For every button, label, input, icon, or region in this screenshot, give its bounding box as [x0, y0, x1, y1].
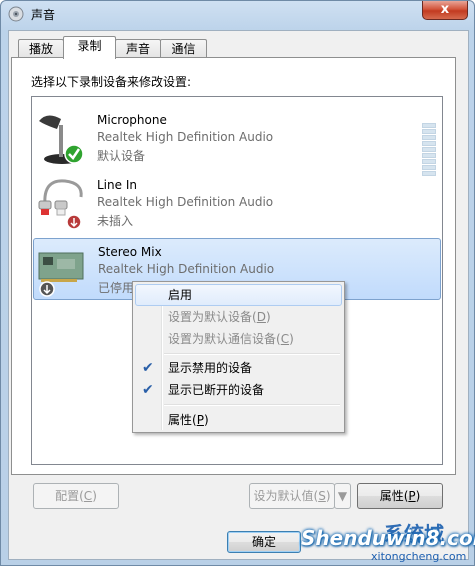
ok-button[interactable]: 确定: [227, 531, 301, 553]
menu-item-enable[interactable]: 启用: [135, 284, 342, 306]
device-status: 默认设备: [97, 149, 146, 163]
watermark-subtext: xitongcheng.com: [371, 550, 467, 563]
set-default-dropdown[interactable]: ▼: [334, 483, 351, 509]
device-name: Microphone: [97, 113, 167, 127]
device-name: Stereo Mix: [98, 245, 162, 259]
device-name: Line In: [97, 178, 137, 192]
instruction-text: 选择以下录制设备来修改设置:: [31, 75, 192, 89]
menu-item-properties[interactable]: 属性(P): [135, 409, 342, 431]
close-button[interactable]: x: [422, 1, 468, 20]
device-description: Realtek High Definition Audio: [97, 130, 274, 144]
speaker-icon: [8, 6, 24, 22]
sound-dialog-window: 声音 x 播放 录制 声音 通信 选择以下录制设备来修改设置: Micropho…: [0, 0, 475, 566]
sound-card-icon: [38, 252, 84, 297]
device-description: Realtek High Definition Audio: [98, 262, 275, 276]
checkmark-icon: ✔: [142, 382, 154, 398]
menu-item-set-default[interactable]: 设置为默认设备(D): [135, 306, 342, 328]
menu-item-show-disconnected[interactable]: ✔ 显示已断开的设备: [135, 379, 342, 401]
properties-button[interactable]: 属性(P): [357, 483, 443, 509]
tab-communications[interactable]: 通信: [160, 39, 207, 59]
tab-playback[interactable]: 播放: [18, 39, 64, 59]
chevron-down-icon: ▼: [337, 489, 348, 503]
device-status: 已停用: [98, 281, 135, 295]
close-icon: x: [440, 2, 450, 17]
tab-sounds[interactable]: 声音: [115, 39, 161, 59]
checkmark-icon: ✔: [142, 360, 154, 376]
title-bar[interactable]: 声音 x: [1, 1, 474, 27]
menu-separator: [164, 353, 340, 355]
context-menu: 启用 设置为默认设备(D) 设置为默认通信设备(C) ✔ 显示禁用的设备 ✔ 显示已…: [132, 281, 345, 433]
device-status: 未插入: [97, 214, 134, 228]
microphone-icon: [39, 115, 84, 164]
tab-recording[interactable]: 录制: [63, 36, 116, 59]
configure-button[interactable]: 配置(C): [33, 483, 119, 509]
window-title: 声音: [31, 8, 56, 22]
set-default-button[interactable]: 设为默认值(S): [249, 483, 335, 509]
device-item-microphone[interactable]: Microphone Realtek High Definition Audio…: [33, 107, 441, 176]
menu-item-show-disabled[interactable]: ✔ 显示禁用的设备: [135, 357, 342, 379]
device-item-line-in[interactable]: Line In Realtek High Definition Audio 未插…: [33, 172, 441, 234]
line-in-jack-icon: [38, 179, 83, 230]
input-level-meter: [422, 123, 436, 177]
menu-item-set-default-comm[interactable]: 设置为默认通信设备(C): [135, 328, 342, 350]
watermark-text: Shenduwin8.com: [301, 526, 475, 550]
device-description: Realtek High Definition Audio: [97, 195, 274, 209]
menu-separator: [164, 404, 340, 406]
